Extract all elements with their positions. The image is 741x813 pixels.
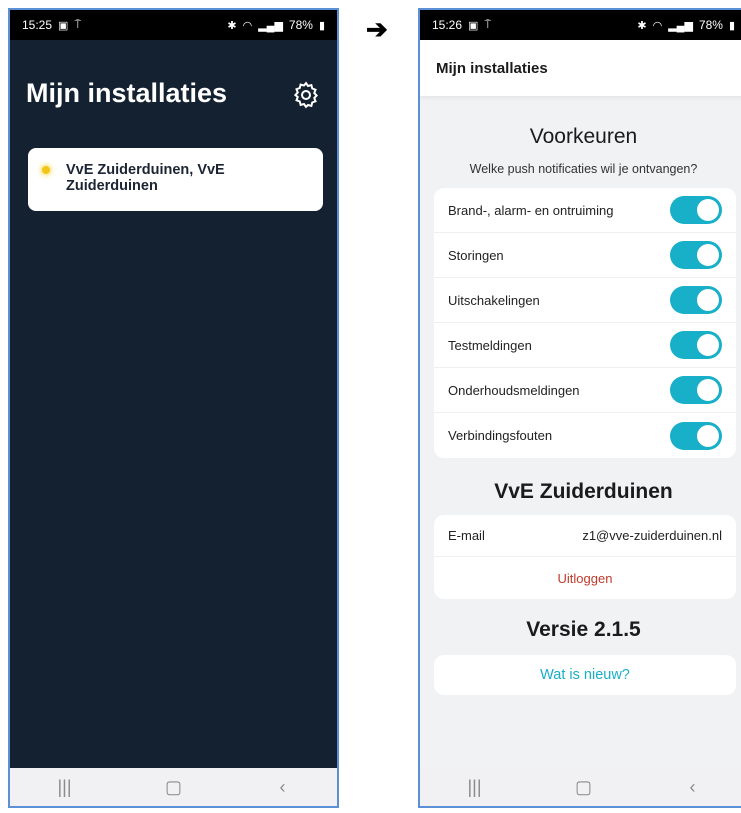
status-bar: 15:25 ▣ ⍑ ✱ ◠ ▂▄▆ 78% ▮ [10, 10, 337, 40]
pref-label: Testmeldingen [448, 337, 532, 353]
pref-row-malfunctions: Storingen [434, 233, 736, 278]
pref-label: Brand-, alarm- en ontruiming [448, 202, 614, 218]
preferences-list: Brand-, alarm- en ontruiming Storingen U… [434, 188, 736, 458]
phone-screen-before: 15:25 ▣ ⍑ ✱ ◠ ▂▄▆ 78% ▮ Mijn installatie… [8, 8, 339, 808]
pref-label: Uitschakelingen [448, 292, 540, 308]
battery-level: 78% [698, 18, 723, 32]
page-title: Mijn installaties [26, 78, 228, 108]
bluetooth-icon: ✱ [227, 19, 237, 32]
navigation-bar: ||| ▢ ‹ [420, 768, 741, 806]
toggle-shutdowns[interactable] [670, 286, 722, 314]
back-icon[interactable]: ‹ [673, 777, 713, 798]
battery-level: 78% [288, 18, 313, 32]
toggle-fire-alarm[interactable] [670, 196, 722, 224]
status-time: 15:25 [22, 18, 53, 32]
signal-icon: ▂▄▆ [258, 19, 283, 32]
antenna-icon: ⍑ [484, 18, 492, 31]
battery-icon: ▮ [728, 19, 735, 32]
email-label: E-mail [448, 528, 485, 543]
wifi-icon: ◠ [242, 19, 253, 32]
signal-icon: ▂▄▆ [668, 19, 693, 32]
version-title: Versie 2.1.5 [526, 618, 641, 641]
preferences-title: Voorkeuren [529, 125, 638, 148]
toggle-tests[interactable] [670, 331, 722, 359]
pref-label: Verbindingsfouten [448, 428, 553, 443]
status-time: 15:26 [432, 18, 463, 32]
pref-row-connection-errors: Verbindingsfouten [434, 413, 736, 458]
back-icon[interactable]: ‹ [263, 777, 303, 798]
installation-name: VvE Zuiderduinen, VvE Zuiderduinen [66, 162, 225, 194]
home-icon[interactable]: ▢ [154, 777, 194, 798]
account-card: E-mail z1@vve-zuiderduinen.nl Uitloggen [434, 515, 736, 599]
antenna-icon: ⍑ [74, 18, 82, 31]
app-header: Mijn installaties [420, 40, 741, 96]
installation-card[interactable]: VvE Zuiderduinen, VvE Zuiderduinen [28, 148, 323, 211]
gallery-icon: ▣ [468, 19, 479, 32]
email-value: z1@vve-zuiderduinen.nl [582, 528, 722, 543]
home-icon[interactable]: ▢ [564, 777, 604, 798]
pref-label: Onderhoudsmeldingen [448, 382, 580, 398]
bluetooth-icon: ✱ [637, 19, 647, 32]
header-title[interactable]: Mijn installaties [436, 60, 548, 77]
logout-button[interactable]: Uitloggen [434, 557, 736, 599]
gallery-icon: ▣ [58, 19, 69, 32]
whats-new-card[interactable]: Wat is nieuw? [434, 655, 736, 695]
account-title: VvE Zuiderduinen [494, 480, 673, 503]
transition-arrow: ➔ [366, 14, 388, 44]
pref-row-shutdowns: Uitschakelingen [434, 278, 736, 323]
pref-row-fire-alarm: Brand-, alarm- en ontruiming [434, 188, 736, 233]
pref-row-tests: Testmeldingen [434, 323, 736, 368]
email-row: E-mail z1@vve-zuiderduinen.nl [434, 515, 736, 557]
status-indicator-icon [42, 166, 50, 174]
phone-screen-after: 15:26 ▣ ⍑ ✱ ◠ ▂▄▆ 78% ▮ Mijn installatie… [418, 8, 741, 808]
recent-apps-icon[interactable]: ||| [45, 777, 85, 798]
gear-icon[interactable] [291, 80, 321, 110]
toggle-maintenance[interactable] [670, 376, 722, 404]
navigation-bar: ||| ▢ ‹ [10, 768, 337, 806]
wifi-icon: ◠ [652, 19, 663, 32]
pref-row-maintenance: Onderhoudsmeldingen [434, 368, 736, 413]
status-bar: 15:26 ▣ ⍑ ✱ ◠ ▂▄▆ 78% ▮ [420, 10, 741, 40]
whats-new-link[interactable]: Wat is nieuw? [540, 667, 630, 683]
toggle-malfunctions[interactable] [670, 241, 722, 269]
pref-label: Storingen [448, 247, 504, 263]
preferences-subtitle: Welke push notificaties wil je ontvangen… [469, 162, 698, 176]
toggle-connection-errors[interactable] [670, 421, 722, 450]
battery-icon: ▮ [318, 19, 325, 32]
recent-apps-icon[interactable]: ||| [455, 777, 495, 798]
